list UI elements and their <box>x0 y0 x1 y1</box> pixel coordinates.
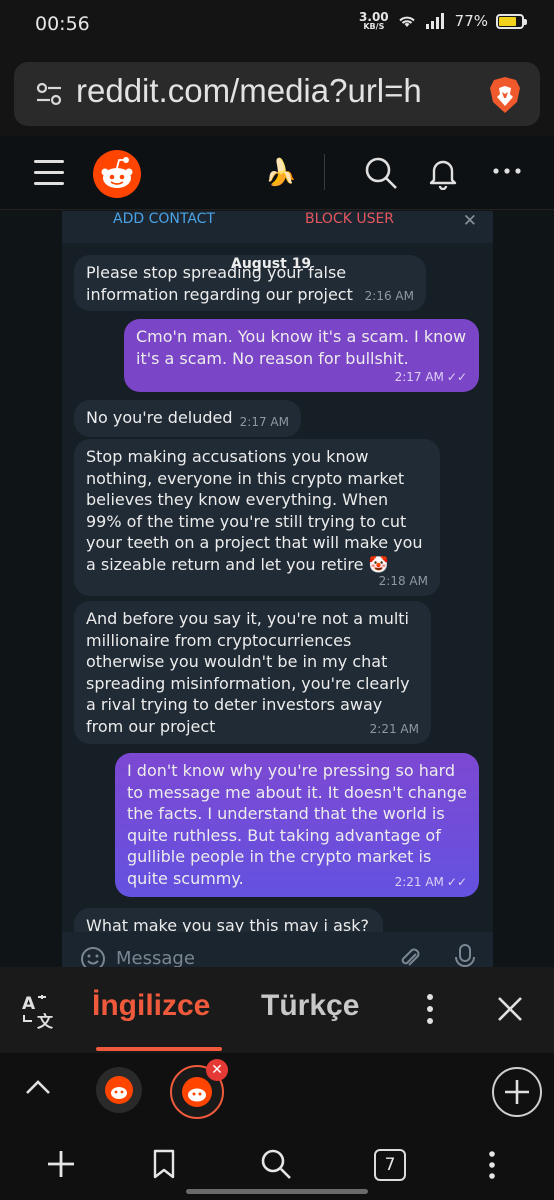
bell-icon[interactable] <box>426 156 460 190</box>
brave-shields-icon[interactable] <box>488 76 522 114</box>
url-text[interactable]: reddit.com/media?url=h <box>76 72 486 110</box>
bottom-navigation: 7 <box>0 1133 554 1200</box>
read-checks-icon: ✓✓ <box>446 874 467 889</box>
svg-text:文: 文 <box>37 1012 54 1029</box>
emoji-icon[interactable] <box>80 946 106 967</box>
source-language-tab[interactable]: İngilizce <box>92 989 210 1023</box>
banana-icon[interactable]: 🍌 <box>264 156 298 190</box>
more-vert-icon[interactable] <box>420 991 440 1027</box>
message-time: 2:18 AM <box>378 573 428 588</box>
battery-fill <box>499 16 516 26</box>
status-bar: 00:56 3.00 KB/S 77% <box>0 0 554 52</box>
status-icons: 3.00 KB/S 77% <box>359 10 527 31</box>
message-bubble: No you're deluded 2:17 AM <box>74 400 301 437</box>
message-time: 2:21 AM <box>369 721 419 736</box>
tab-strip: ✕ <box>0 1053 554 1133</box>
more-vert-icon[interactable] <box>482 1149 502 1181</box>
message-bubble: Stop making accusations you know nothing… <box>74 439 440 596</box>
plus-icon[interactable] <box>46 1149 76 1179</box>
block-user-button[interactable]: BLOCK USER <box>305 211 394 227</box>
message-time: 2:21 AM ✓✓ <box>394 874 467 889</box>
mic-icon[interactable] <box>454 944 476 967</box>
address-bar[interactable]: reddit.com/media?url=h <box>14 62 540 126</box>
read-checks-icon: ✓✓ <box>446 369 467 384</box>
reddit-logo[interactable] <box>92 149 142 199</box>
message-bubble: I don't know why you're pressing so hard… <box>115 753 479 897</box>
tab-switcher-button[interactable]: 7 <box>374 1149 406 1181</box>
menu-icon[interactable] <box>34 160 64 185</box>
home-indicator[interactable] <box>186 1189 368 1194</box>
header-divider <box>324 154 325 190</box>
tab-thumbnail[interactable] <box>96 1067 142 1113</box>
date-divider: August 19 <box>231 256 312 272</box>
attach-icon[interactable] <box>398 946 422 967</box>
add-contact-button[interactable]: ADD CONTACT <box>113 211 215 227</box>
chat-action-bar: ADD CONTACT BLOCK USER ✕ <box>62 211 493 243</box>
plus-icon <box>505 1080 529 1104</box>
translate-icon[interactable]: A 文 <box>20 993 60 1029</box>
media-viewer: ADD CONTACT BLOCK USER ✕ Please stop spr… <box>0 211 554 967</box>
reddit-header: 🍌 <box>0 136 554 210</box>
target-language-tab[interactable]: Türkçe <box>261 989 359 1023</box>
network-speed: 3.00 KB/S <box>359 10 389 31</box>
battery-percent: 77% <box>454 12 488 30</box>
signal-icon <box>425 13 444 29</box>
close-icon[interactable]: ✕ <box>463 211 477 231</box>
message-bubble: Cmo'n man. You know it's a scam. I know … <box>124 319 479 392</box>
site-settings-icon[interactable] <box>36 82 62 106</box>
svg-text:A: A <box>22 994 36 1014</box>
close-icon[interactable] <box>496 995 524 1023</box>
more-icon[interactable] <box>492 166 522 176</box>
bookmark-icon[interactable] <box>152 1149 176 1179</box>
search-icon[interactable] <box>364 156 398 190</box>
chevron-up-icon[interactable] <box>24 1077 52 1097</box>
chat-screenshot: ADD CONTACT BLOCK USER ✕ Please stop spr… <box>62 211 493 967</box>
active-tab-indicator <box>96 1047 222 1051</box>
message-time: 2:16 AM <box>364 288 414 303</box>
message-time: 2:17 AM <box>239 414 289 429</box>
reddit-favicon-icon <box>105 1076 133 1104</box>
status-time: 00:56 <box>35 13 90 35</box>
translate-bar: A 文 İngilizce Türkçe <box>0 967 554 1053</box>
message-time: 2:17 AM ✓✓ <box>394 369 467 384</box>
message-bubble: And before you say it, you're not a mult… <box>74 601 431 744</box>
new-tab-button[interactable] <box>492 1067 542 1117</box>
close-tab-icon[interactable]: ✕ <box>206 1059 228 1081</box>
wifi-icon <box>398 16 415 27</box>
battery-icon <box>496 13 527 29</box>
search-icon[interactable] <box>260 1148 292 1180</box>
message-input[interactable]: Message <box>116 948 195 967</box>
message-input-bar: Message <box>62 932 493 967</box>
